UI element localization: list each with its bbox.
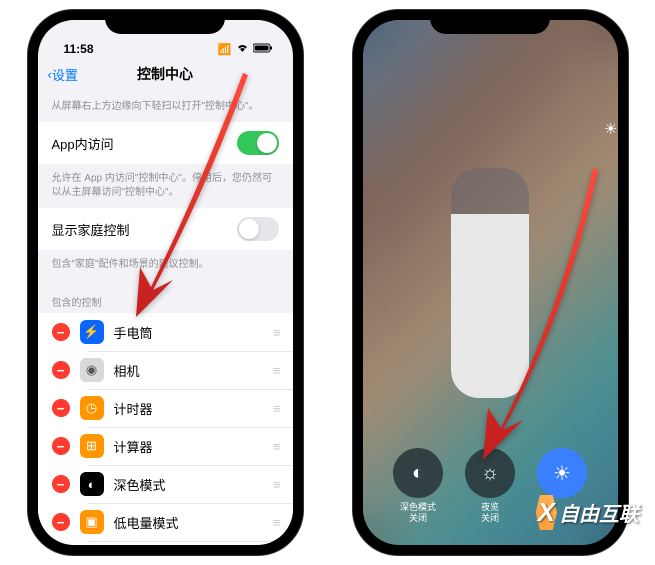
app-access-hint: 允许在 App 内访问"控制中心"。停用后，您仍然可以从主屏幕访问"控制中心"。 xyxy=(38,164,293,208)
section-included: 包含的控制 xyxy=(38,280,293,313)
dark-mode-icon: ◐ xyxy=(412,462,424,485)
settings-screen: 11:58 📶 ‹ 设置 控制中心 从屏幕右上方边缘向下轻扫以打开" xyxy=(38,20,293,545)
remove-button[interactable]: − xyxy=(52,323,70,341)
control-row[interactable]: −⊞ 计算器 ≡ xyxy=(38,427,293,465)
control-row[interactable]: −◷ 计时器 ≡ xyxy=(38,389,293,427)
wifi-icon xyxy=(236,43,249,56)
back-label: 设置 xyxy=(52,65,78,84)
page-title: 控制中心 xyxy=(137,64,193,84)
home-toggle[interactable] xyxy=(237,217,279,241)
remove-button[interactable]: − xyxy=(52,361,70,379)
remove-button[interactable]: − xyxy=(52,475,70,493)
swipe-hint: 从屏幕右上方边缘向下轻扫以打开"控制中心"。 xyxy=(38,92,293,122)
phone-right: ☀ ◐ 深色模式 关闭 ☼ xyxy=(353,10,628,555)
drag-handle-icon[interactable]: ≡ xyxy=(273,401,279,416)
brightness-fill xyxy=(451,214,529,398)
control-icon: ⊞ xyxy=(80,434,104,458)
home-hint: 包含"家庭"配件和场景的建议控制。 xyxy=(38,250,293,280)
app-access-toggle[interactable] xyxy=(237,131,279,155)
drag-handle-icon[interactable]: ≡ xyxy=(273,439,279,454)
control-icon: ▣ xyxy=(80,510,104,534)
control-label: 计算器 xyxy=(114,437,263,456)
control-label: 深色模式 xyxy=(114,475,263,494)
watermark-text: 自由互联 xyxy=(559,498,639,527)
brightness-slider[interactable] xyxy=(451,168,529,398)
control-label: 相机 xyxy=(114,361,263,380)
app-access-label: App内访问 xyxy=(52,134,237,153)
watermark-logo: X xyxy=(538,497,555,528)
cell-home-control[interactable]: 显示家庭控制 xyxy=(38,208,293,250)
dark-mode-label: 深色模式 关闭 xyxy=(400,502,436,524)
remove-button[interactable]: − xyxy=(52,399,70,417)
control-center-screen[interactable]: ☀ ◐ 深色模式 关闭 ☼ xyxy=(363,20,618,545)
cc-buttons: ◐ 深色模式 关闭 ☼ 夜览 关闭 xyxy=(393,448,587,498)
remove-button[interactable]: − xyxy=(52,437,70,455)
control-label: 计时器 xyxy=(114,399,263,418)
drag-handle-icon[interactable]: ≡ xyxy=(273,325,279,340)
drag-handle-icon[interactable]: ≡ xyxy=(273,515,279,530)
watermark: X 自由互联 xyxy=(538,497,639,528)
nav-bar: ‹ 设置 控制中心 xyxy=(38,56,293,92)
control-icon: ◉ xyxy=(80,358,104,382)
notch xyxy=(105,10,225,34)
remove-button[interactable]: − xyxy=(52,513,70,531)
back-button[interactable]: ‹ 设置 xyxy=(48,65,78,84)
control-label: 低电量模式 xyxy=(114,513,263,532)
controls-list: −⚡手电筒≡−◉相机≡−◷计时器≡−⊞计算器≡−◐深色模式≡−▣低电量模式≡−◉… xyxy=(38,313,293,545)
control-icon: ◐ xyxy=(80,472,104,496)
status-indicators: 📶 xyxy=(218,43,273,56)
battery-icon xyxy=(253,43,273,56)
night-shift-button[interactable]: ☼ 夜览 关闭 xyxy=(465,448,515,498)
night-shift-icon: ☼ xyxy=(481,462,499,485)
control-row[interactable]: −◉ 相机 ≡ xyxy=(38,351,293,389)
cell-app-access[interactable]: App内访问 xyxy=(38,122,293,164)
control-icon: ◷ xyxy=(80,396,104,420)
status-time: 11:58 xyxy=(64,42,94,56)
drag-handle-icon[interactable]: ≡ xyxy=(273,363,279,378)
dark-mode-button[interactable]: ◐ 深色模式 关闭 xyxy=(393,448,443,498)
control-row[interactable]: −◉屏幕录制≡ xyxy=(38,541,293,545)
true-tone-button[interactable]: ☀ xyxy=(537,448,587,498)
control-row[interactable]: −◐ 深色模式 ≡ xyxy=(38,465,293,503)
phone-left: 11:58 📶 ‹ 设置 控制中心 从屏幕右上方边缘向下轻扫以打开" xyxy=(28,10,303,555)
control-row[interactable]: −▣ 低电量模式 ≡ xyxy=(38,503,293,541)
signal-icon: 📶 xyxy=(218,43,232,56)
drag-handle-icon[interactable]: ≡ xyxy=(273,477,279,492)
night-shift-label: 夜览 关闭 xyxy=(481,502,499,524)
true-tone-icon: ☀ xyxy=(553,461,571,486)
control-label: 手电筒 xyxy=(114,323,263,342)
notch xyxy=(430,10,550,34)
sun-icon: ☀ xyxy=(604,120,617,138)
control-icon: ⚡ xyxy=(80,320,104,344)
home-label: 显示家庭控制 xyxy=(52,220,237,239)
control-row[interactable]: −⚡ 手电筒 ≡ xyxy=(38,313,293,351)
settings-body[interactable]: 从屏幕右上方边缘向下轻扫以打开"控制中心"。 App内访问 允许在 App 内访… xyxy=(38,92,293,545)
